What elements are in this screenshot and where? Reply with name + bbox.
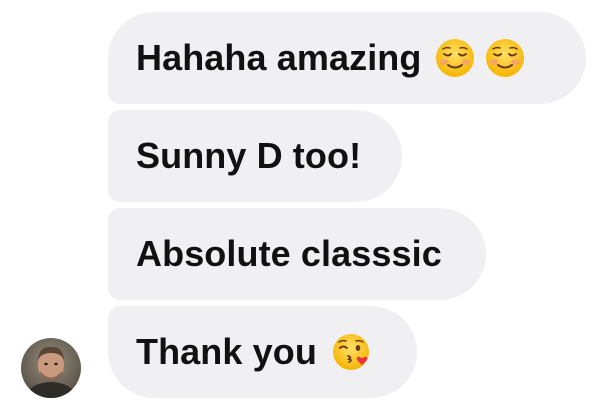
message-text: Thank you [136, 331, 317, 372]
smiling-face-icon [435, 38, 475, 78]
user-avatar-photo-icon [21, 338, 81, 398]
message-text: Absolute classsic [136, 233, 442, 274]
message-bubble-4[interactable]: Thank you [108, 306, 417, 398]
face-blowing-kiss-icon [331, 332, 371, 372]
smiling-face-icon [485, 38, 525, 78]
message-bubble-3[interactable]: Absolute classsic [108, 208, 486, 300]
message-text: Hahaha amazing [136, 37, 422, 78]
message-bubble-2[interactable]: Sunny D too! [108, 110, 402, 202]
message-text: Sunny D too! [136, 135, 362, 176]
message-thread: Hahaha amazing Sunny D too! Absolute cla… [0, 0, 600, 408]
message-bubble-1[interactable]: Hahaha amazing [108, 12, 586, 104]
avatar[interactable] [21, 338, 81, 398]
